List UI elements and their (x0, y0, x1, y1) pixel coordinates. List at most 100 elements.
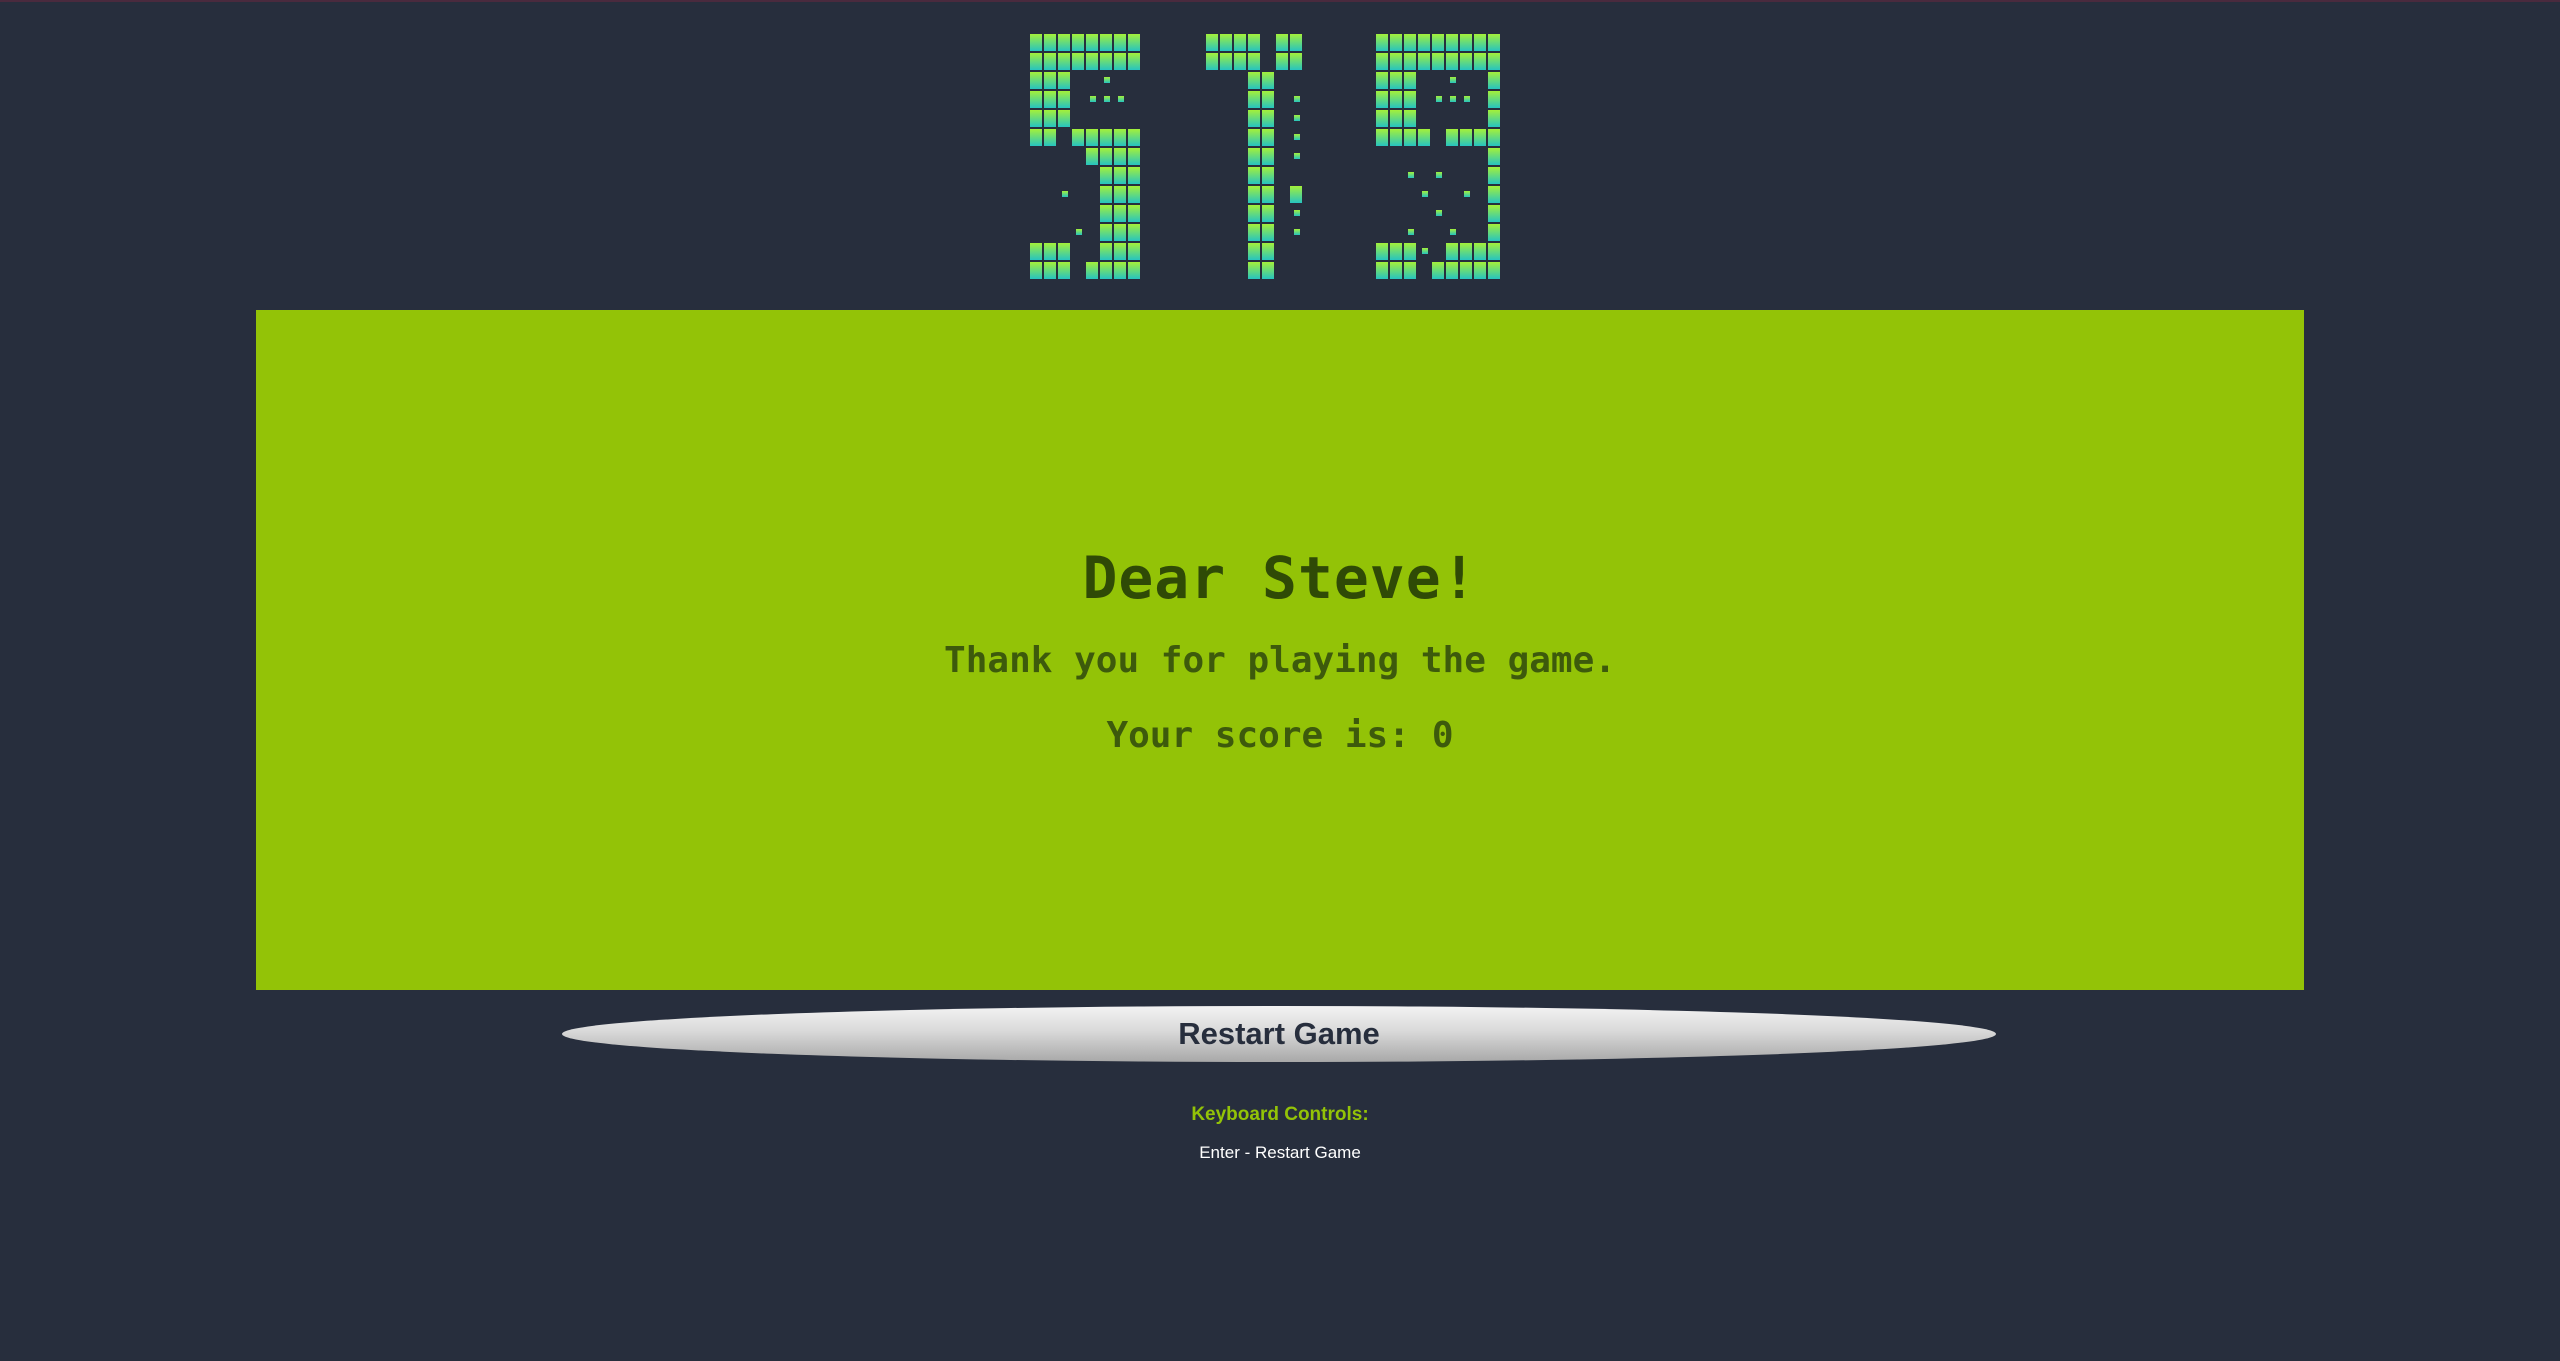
logo-block (1030, 129, 1042, 146)
logo-block (1488, 34, 1500, 51)
logo-block (1234, 34, 1246, 51)
logo-block (1058, 243, 1070, 260)
logo-block (1248, 34, 1260, 51)
logo-block (1248, 167, 1260, 184)
logo-block (1376, 110, 1388, 127)
logo-block (1058, 34, 1070, 51)
logo-block (1104, 96, 1110, 102)
logo-block (1030, 243, 1042, 260)
logo-block (1086, 53, 1098, 70)
logo-block (1474, 243, 1486, 260)
logo-block (1248, 91, 1260, 108)
logo-block (1100, 148, 1112, 165)
logo-block (1488, 72, 1500, 89)
logo-block (1114, 205, 1126, 222)
logo-block (1418, 129, 1430, 146)
logo-block (1376, 91, 1388, 108)
logo-block (1030, 53, 1042, 70)
logo-block (1390, 129, 1402, 146)
logo-block (1474, 262, 1486, 279)
logo-block (1404, 129, 1416, 146)
logo-block (1450, 229, 1456, 235)
logo-block (1262, 129, 1274, 146)
logo-block (1248, 243, 1260, 260)
logo-block (1376, 243, 1388, 260)
logo-block (1206, 53, 1218, 70)
logo-block (1072, 34, 1084, 51)
logo-block (1086, 129, 1098, 146)
logo-block (1294, 229, 1300, 235)
logo-block (1248, 224, 1260, 241)
logo-block (1460, 262, 1472, 279)
logo-block (1044, 34, 1056, 51)
logo-block (1460, 53, 1472, 70)
logo-block (1114, 129, 1126, 146)
logo-block (1488, 167, 1500, 184)
logo-block (1404, 34, 1416, 51)
logo-block (1030, 72, 1042, 89)
logo-block (1390, 53, 1402, 70)
logo-block (1262, 167, 1274, 184)
logo-block (1432, 53, 1444, 70)
game-logo (1026, 34, 1532, 280)
logo-block (1488, 262, 1500, 279)
logo-block (1404, 243, 1416, 260)
logo-block (1294, 210, 1300, 216)
logo-block (1290, 34, 1302, 51)
logo-block (1450, 77, 1456, 83)
logo-block (1220, 34, 1232, 51)
logo-block (1114, 167, 1126, 184)
logo-block (1044, 91, 1056, 108)
logo-block (1128, 224, 1140, 241)
logo-block (1446, 34, 1458, 51)
logo-block (1114, 34, 1126, 51)
logo-block (1100, 262, 1112, 279)
logo-block (1248, 205, 1260, 222)
logo-block (1376, 72, 1388, 89)
logo-block (1128, 186, 1140, 203)
logo-block (1276, 34, 1288, 51)
logo-block (1276, 53, 1288, 70)
logo-block (1404, 110, 1416, 127)
logo-block (1290, 186, 1302, 203)
logo-block (1114, 224, 1126, 241)
logo-block (1488, 53, 1500, 70)
logo-block (1114, 262, 1126, 279)
logo-block (1220, 53, 1232, 70)
logo-block (1072, 129, 1084, 146)
logo-block (1294, 153, 1300, 159)
logo-block (1248, 148, 1260, 165)
logo-block (1436, 210, 1442, 216)
logo-block (1488, 91, 1500, 108)
logo-block (1376, 129, 1388, 146)
logo-block (1114, 186, 1126, 203)
logo-block (1248, 262, 1260, 279)
thanks-text: Thank you for playing the game. (944, 640, 1616, 681)
logo-block (1118, 96, 1124, 102)
logo-block (1030, 110, 1042, 127)
logo-block (1030, 91, 1042, 108)
logo-block (1390, 262, 1402, 279)
logo-block (1376, 262, 1388, 279)
logo-block (1390, 91, 1402, 108)
logo-block (1114, 148, 1126, 165)
logo-block (1422, 191, 1428, 197)
logo-block (1044, 53, 1056, 70)
logo-block (1248, 53, 1260, 70)
logo-block (1474, 129, 1486, 146)
logo-block (1100, 53, 1112, 70)
logo-block (1262, 110, 1274, 127)
logo-block (1248, 186, 1260, 203)
logo-block (1262, 148, 1274, 165)
logo-block (1460, 129, 1472, 146)
logo-block (1072, 53, 1084, 70)
logo-block (1044, 129, 1056, 146)
logo-block (1408, 229, 1414, 235)
logo-block (1290, 53, 1302, 70)
logo-block (1100, 34, 1112, 51)
logo-block (1390, 34, 1402, 51)
restart-game-button[interactable]: Restart Game (562, 1006, 1996, 1062)
logo-block (1128, 262, 1140, 279)
logo-block (1488, 205, 1500, 222)
logo-block (1262, 186, 1274, 203)
